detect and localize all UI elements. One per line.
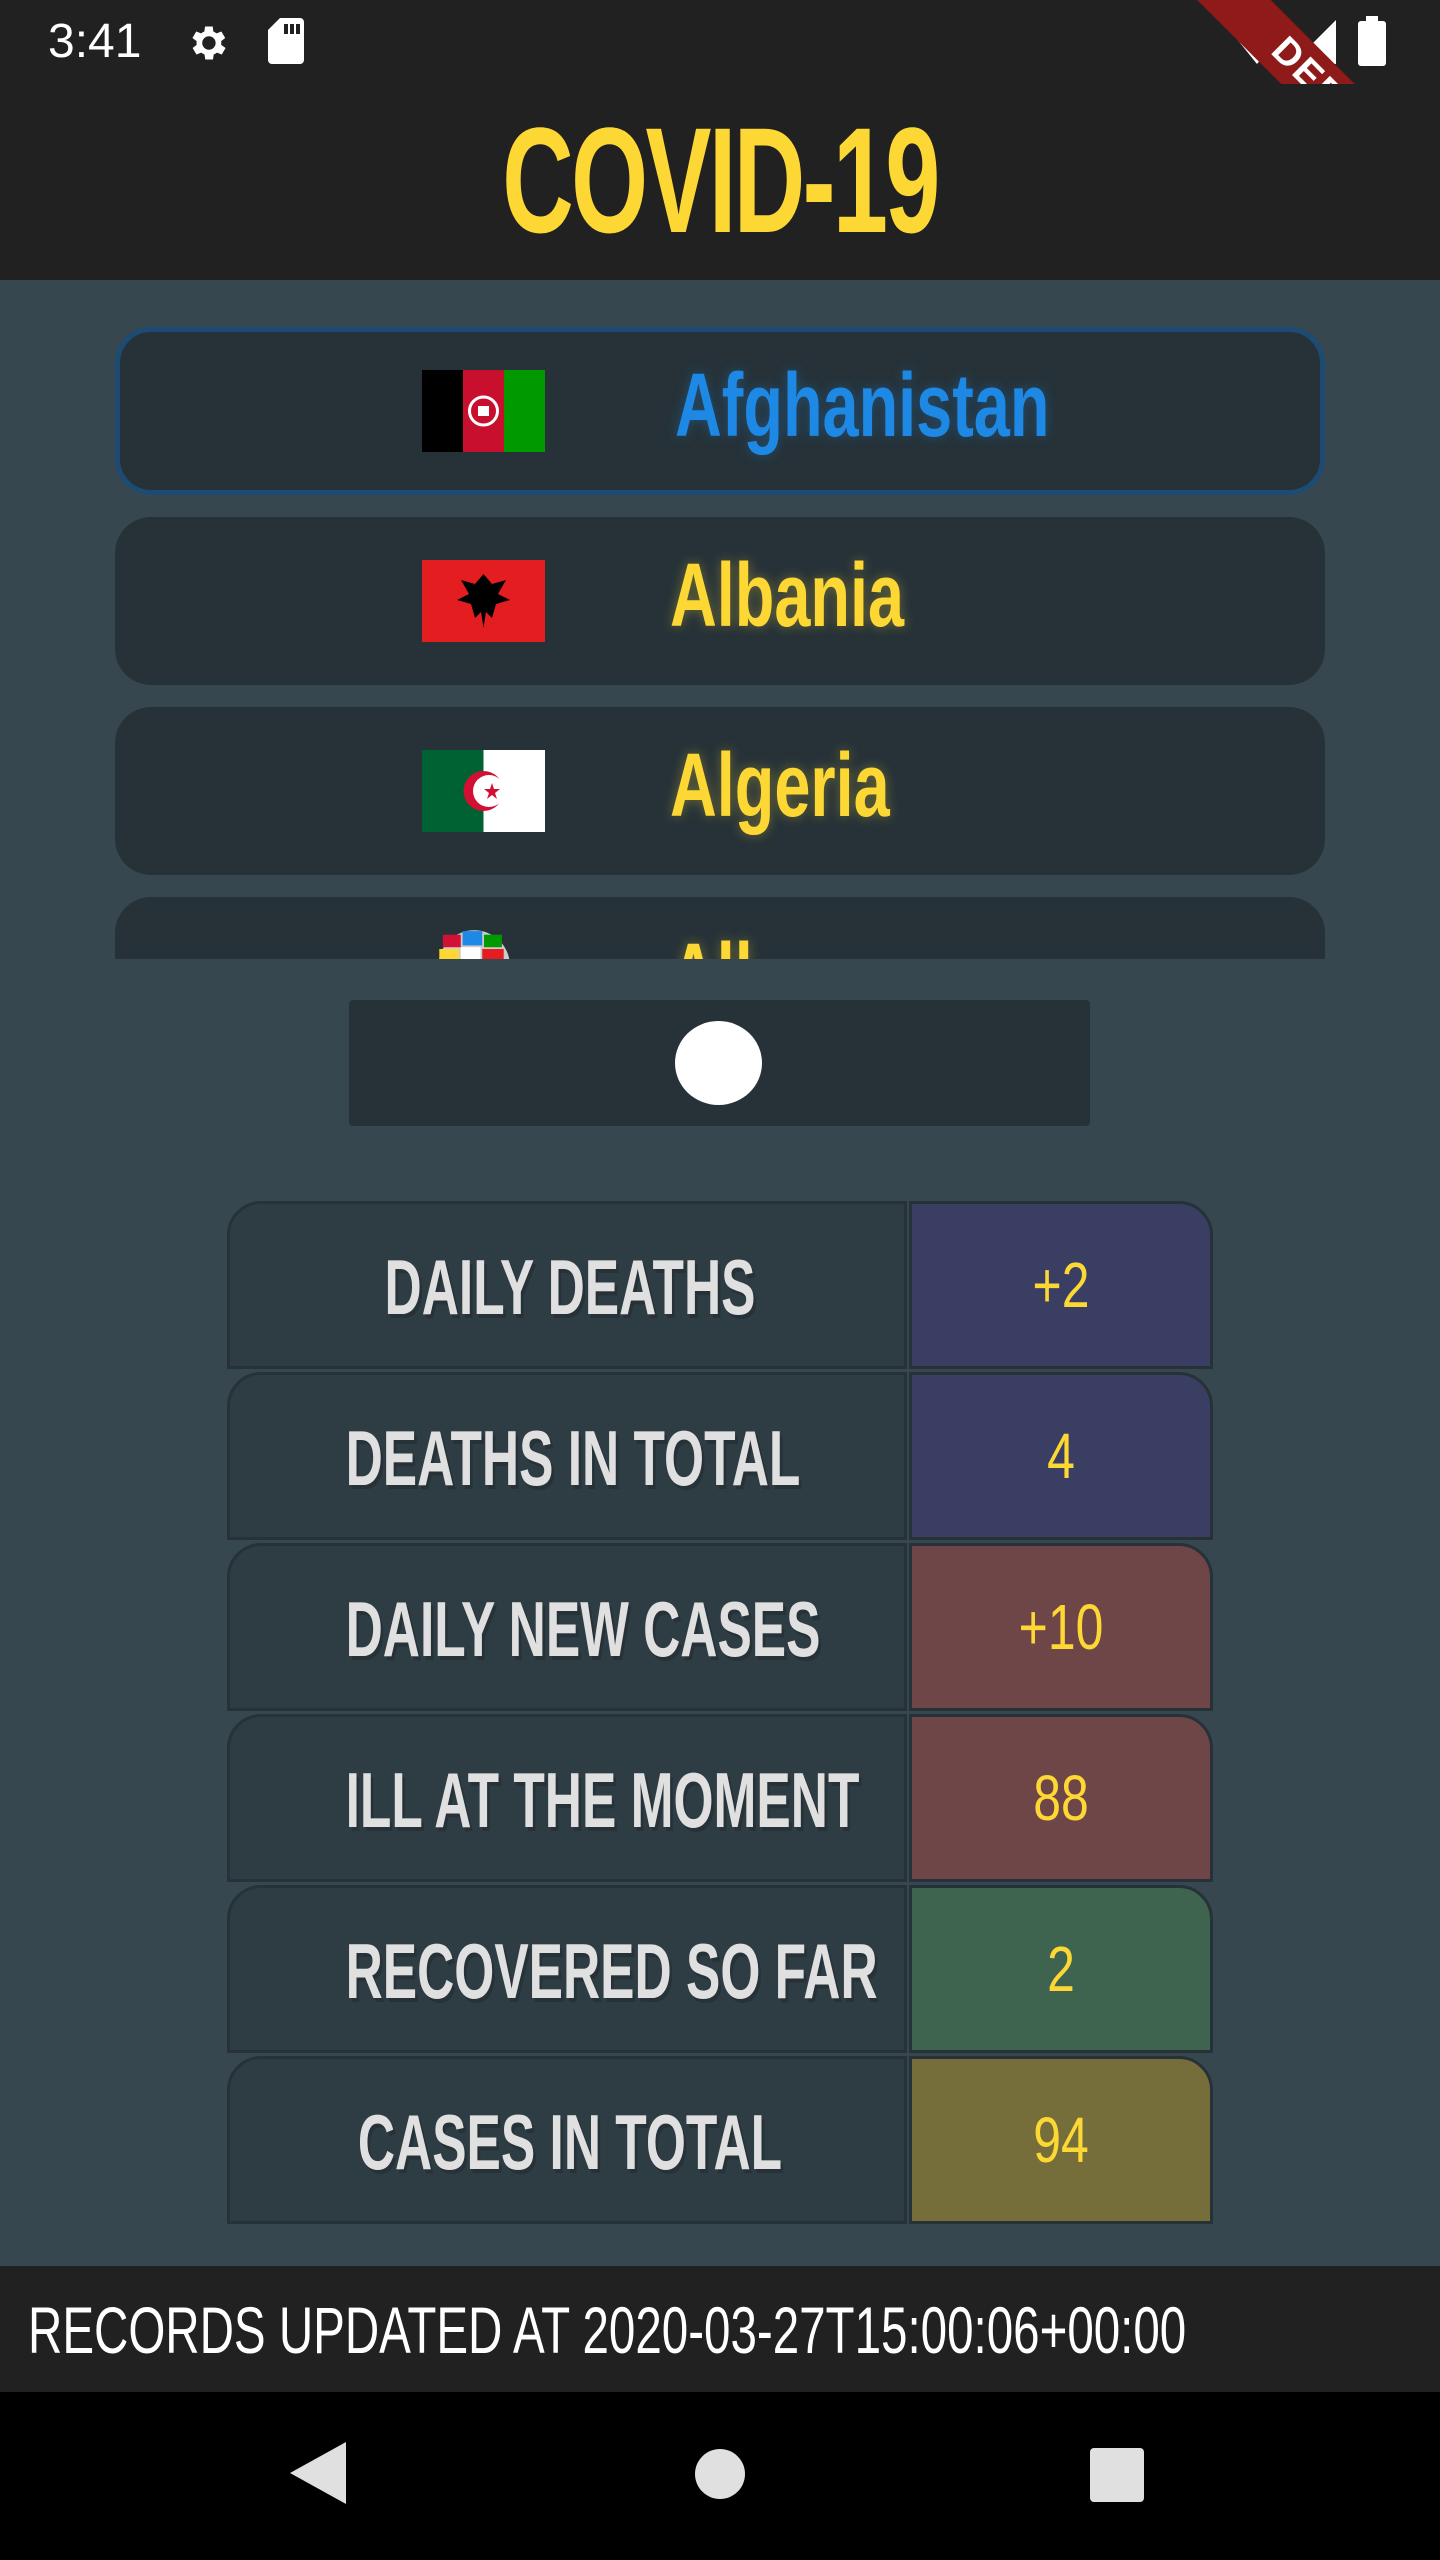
stat-value: +2 (1032, 1249, 1090, 1321)
stat-row-deaths-total: DEATHS IN TOTAL 4 (227, 1372, 1213, 1543)
stat-value: 2 (1047, 1933, 1075, 2005)
stat-value: 4 (1047, 1420, 1075, 1492)
records-updated-text: RECORDS UPDATED AT 2020-03-27T15:00:06+0… (28, 2293, 1187, 2367)
stat-label-cell: CASES IN TOTAL (227, 2056, 907, 2224)
status-bar: 3:41 DEBUG (0, 0, 1440, 242)
stat-label-cell: DEATHS IN TOTAL (227, 1372, 907, 1540)
status-time: 3:41 (48, 15, 142, 68)
battery-icon (1358, 16, 1386, 66)
stat-value-cell: 88 (909, 1714, 1213, 1882)
stat-label-cell: DAILY NEW CASES (227, 1543, 907, 1711)
stat-label: CASES IN TOTAL (357, 2098, 783, 2186)
back-icon[interactable] (290, 2442, 346, 2504)
records-footer: RECORDS UPDATED AT 2020-03-27T15:00:06+0… (0, 2266, 1440, 2392)
algeria-flag-icon (422, 750, 545, 832)
stat-label: ILL AT THE MOMENT (345, 1756, 860, 1844)
country-list[interactable]: Afghanistan Albania Algeria All (115, 325, 1325, 959)
country-name: Algeria (670, 736, 890, 836)
country-name: Afghanistan (675, 356, 1050, 456)
stat-label: DAILY DEATHS (384, 1243, 756, 1331)
country-item-afghanistan[interactable]: Afghanistan (115, 327, 1325, 495)
stat-value: +10 (1018, 1591, 1104, 1663)
stat-label-cell: DAILY DEATHS (227, 1201, 907, 1369)
country-item-albania[interactable]: Albania (115, 517, 1325, 685)
settings-icon (192, 26, 226, 60)
stat-value-cell: 2 (909, 1885, 1213, 2053)
stat-value-cell: +10 (909, 1543, 1213, 1711)
stat-label: DAILY NEW CASES (345, 1585, 821, 1673)
stats-table: DAILY DEATHS +2 DEATHS IN TOTAL 4 DAILY … (227, 1201, 1213, 2227)
stat-label: RECOVERED SO FAR (345, 1927, 878, 2015)
country-item-all[interactable]: All (115, 897, 1325, 959)
page-title: COVID-19 (502, 96, 940, 264)
stat-row-ill-now: ILL AT THE MOMENT 88 (227, 1714, 1213, 1885)
sd-card-icon (268, 18, 304, 64)
afghanistan-flag-icon (422, 370, 545, 452)
system-nav-bar (0, 2392, 1440, 2560)
toggle-knob[interactable] (675, 1021, 762, 1105)
recents-icon[interactable] (1090, 2448, 1144, 2502)
country-name: All (670, 925, 753, 959)
stat-value: 88 (1033, 1762, 1089, 1834)
country-item-algeria[interactable]: Algeria (115, 707, 1325, 875)
stat-value-cell: 94 (909, 2056, 1213, 2224)
stat-value: 94 (1033, 2104, 1089, 2176)
stat-value-cell: 4 (909, 1372, 1213, 1540)
stat-label-cell: RECOVERED SO FAR (227, 1885, 907, 2053)
stat-label: DEATHS IN TOTAL (345, 1414, 801, 1502)
app-bar: COVID-19 (0, 84, 1440, 280)
world-globe-icon (439, 930, 510, 959)
albania-flag-icon (422, 560, 545, 642)
stat-row-cases-total: CASES IN TOTAL 94 (227, 2056, 1213, 2227)
stat-row-daily-new-cases: DAILY NEW CASES +10 (227, 1543, 1213, 1714)
stat-label-cell: ILL AT THE MOMENT (227, 1714, 907, 1882)
stat-value-cell: +2 (909, 1201, 1213, 1369)
view-toggle[interactable] (349, 1000, 1090, 1126)
stat-row-recovered: RECOVERED SO FAR 2 (227, 1885, 1213, 2056)
stat-row-daily-deaths: DAILY DEATHS +2 (227, 1201, 1213, 1372)
country-name: Albania (670, 546, 905, 646)
home-icon[interactable] (694, 2448, 746, 2500)
